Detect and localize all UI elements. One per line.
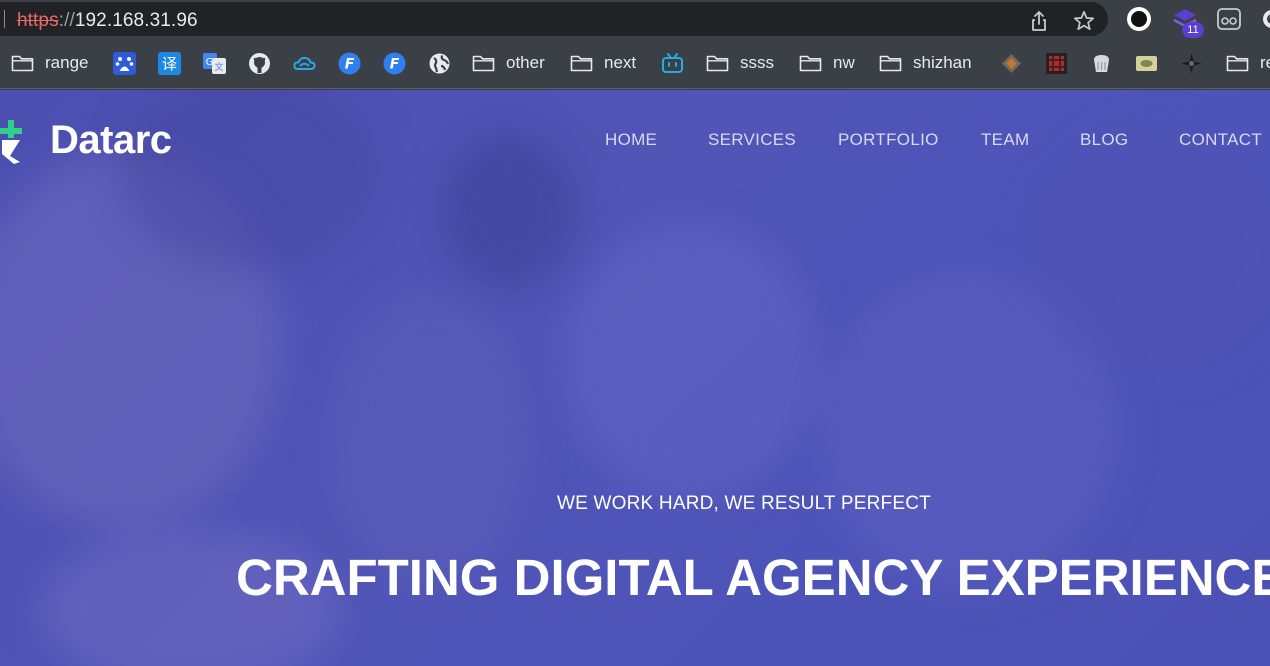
bookmark-folder-range[interactable]: range bbox=[11, 50, 88, 76]
site-favicon bbox=[1181, 52, 1202, 74]
browser-toolbar: https://192.168.31.96 11 bbox=[0, 0, 1270, 38]
bookmark-folder-nw[interactable]: nw bbox=[799, 50, 855, 76]
github-icon bbox=[249, 52, 270, 74]
text-cursor bbox=[4, 10, 5, 28]
url-text[interactable]: https://192.168.31.96 bbox=[17, 10, 198, 32]
folder-icon bbox=[570, 55, 593, 72]
nav-team[interactable]: TEAM bbox=[981, 130, 1029, 150]
main-navigation: HOME SERVICES PORTFOLIO TEAM BLOG CONTAC… bbox=[0, 130, 1270, 152]
bookmark-globe[interactable] bbox=[428, 50, 451, 76]
f-app-icon: F bbox=[338, 52, 361, 74]
bookmark-f-app-1[interactable]: F bbox=[338, 50, 361, 76]
bookmark-translate[interactable]: 译 bbox=[158, 50, 181, 76]
nav-portfolio[interactable]: PORTFOLIO bbox=[838, 130, 939, 150]
bookmark-folder-shizhan[interactable]: shizhan bbox=[879, 50, 972, 76]
reader-extension-icon[interactable] bbox=[1215, 5, 1243, 33]
bookmark-bilibili[interactable] bbox=[661, 50, 684, 76]
bookmark-label: ssss bbox=[740, 53, 774, 72]
bookmark-site-2[interactable] bbox=[1045, 50, 1068, 76]
url-separator: :// bbox=[58, 10, 75, 31]
record-extension-icon[interactable] bbox=[1125, 5, 1153, 33]
bookmark-cloud[interactable] bbox=[293, 50, 316, 76]
hero-headline: CRAFTING DIGITAL AGENCY EXPERIENCES bbox=[236, 549, 1270, 606]
bookmark-star-icon[interactable] bbox=[1072, 9, 1096, 33]
bookmarks-bar: range 译 G文 F F other next ssss nw shizha… bbox=[0, 38, 1270, 89]
globe-icon bbox=[429, 53, 450, 73]
hero-tagline: WE WORK HARD, WE RESULT PERFECT bbox=[557, 493, 931, 514]
bookmark-folder-re[interactable]: re bbox=[1226, 50, 1270, 76]
folder-icon bbox=[879, 55, 902, 72]
url-host: 192.168.31.96 bbox=[74, 10, 198, 31]
nav-blog[interactable]: BLOG bbox=[1080, 130, 1128, 150]
bookmark-folder-ssss[interactable]: ssss bbox=[706, 50, 774, 76]
url-scheme: https bbox=[17, 10, 59, 31]
translate-icon: 译 bbox=[158, 51, 181, 75]
svg-text:G: G bbox=[206, 57, 214, 68]
svg-text:译: 译 bbox=[162, 55, 177, 73]
bookmark-label: next bbox=[604, 53, 637, 72]
nav-home[interactable]: HOME bbox=[605, 130, 657, 150]
bookmark-folder-other[interactable]: other bbox=[472, 50, 545, 76]
site-favicon bbox=[1046, 52, 1067, 74]
folder-icon bbox=[11, 55, 34, 72]
share-icon[interactable] bbox=[1027, 9, 1051, 33]
baidu-icon bbox=[113, 51, 136, 75]
folder-icon bbox=[799, 55, 822, 72]
bookmark-label: other bbox=[506, 53, 545, 72]
nav-services[interactable]: SERVICES bbox=[708, 130, 796, 150]
svg-text:F: F bbox=[345, 56, 355, 72]
address-bar[interactable]: https://192.168.31.96 bbox=[0, 2, 1108, 36]
bookmark-site-3[interactable] bbox=[1090, 50, 1113, 76]
extension-badge: 11 bbox=[1182, 22, 1204, 38]
svg-text:文: 文 bbox=[214, 61, 223, 73]
folder-icon bbox=[1226, 55, 1249, 72]
bookmark-baidu[interactable] bbox=[113, 50, 136, 76]
site-favicon bbox=[1002, 53, 1021, 73]
google-translate-icon: G文 bbox=[203, 52, 226, 74]
site-favicon bbox=[1136, 55, 1157, 71]
cloud-icon bbox=[293, 56, 316, 70]
bilibili-icon bbox=[662, 52, 683, 73]
bookmark-f-app-2[interactable]: F bbox=[383, 50, 406, 76]
folder-icon bbox=[472, 55, 495, 72]
bookmark-github[interactable] bbox=[248, 50, 271, 76]
f-app-icon: F bbox=[383, 52, 406, 74]
bookmark-site-5[interactable] bbox=[1180, 50, 1203, 76]
hero-section: Datarc HOME SERVICES PORTFOLIO TEAM BLOG… bbox=[0, 90, 1270, 666]
folder-icon bbox=[706, 55, 729, 72]
bookmark-label: nw bbox=[833, 53, 855, 72]
bookmark-folder-next[interactable]: next bbox=[570, 50, 636, 76]
bookmark-google-translate[interactable]: G文 bbox=[203, 50, 226, 76]
site-favicon bbox=[1094, 54, 1109, 72]
bookmark-label: range bbox=[45, 53, 89, 72]
nav-contact[interactable]: CONTACT bbox=[1179, 130, 1262, 150]
bookmark-site-4[interactable] bbox=[1135, 50, 1158, 76]
extension-icon[interactable] bbox=[1258, 5, 1270, 33]
bookmark-label: shizhan bbox=[913, 53, 972, 72]
bookmark-label: re bbox=[1260, 53, 1270, 72]
bookmark-site-1[interactable] bbox=[1000, 50, 1023, 76]
svg-text:F: F bbox=[390, 56, 400, 72]
